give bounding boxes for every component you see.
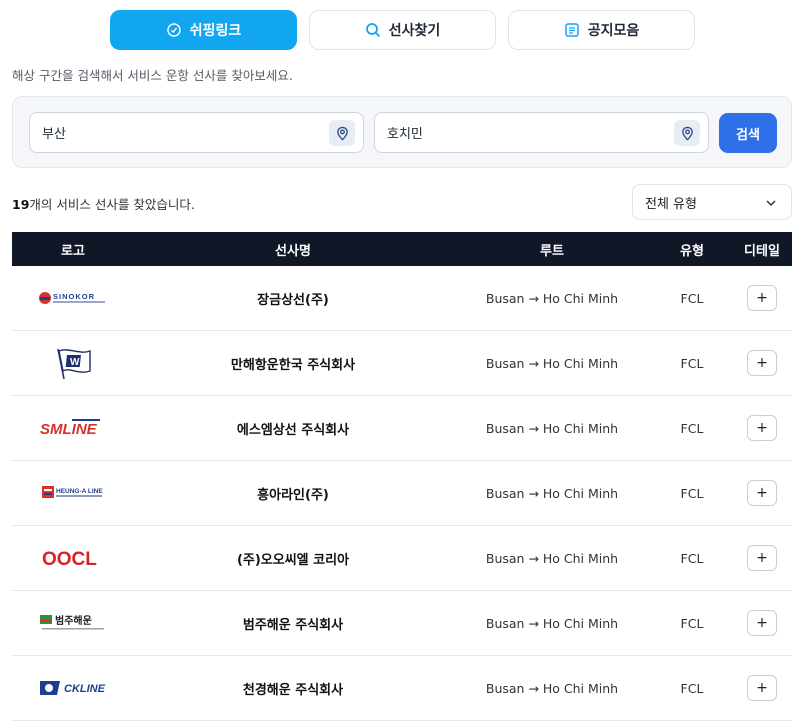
- header-type: 유형: [680, 243, 704, 259]
- header-name: 선사명: [275, 243, 311, 259]
- carrier-route: Busan → Ho Chi Minh: [485, 420, 619, 436]
- top-tabs: 쉬핑링크 선사찾기 공지모음: [110, 10, 695, 50]
- logo-lettering: 범주해운: [55, 614, 92, 627]
- detail-button[interactable]: +: [747, 545, 777, 571]
- logo-lettering: SMLINE: [40, 421, 98, 438]
- detail-button[interactable]: +: [747, 350, 777, 376]
- table-header: 로고 선사명 루트 유형 디테일: [12, 232, 792, 266]
- tab-label: 쉬핑링크: [189, 23, 242, 39]
- tab-shippinglink[interactable]: 쉬핑링크: [110, 10, 297, 50]
- carrier-table: 로고 선사명 루트 유형 디테일 SINOKOR 장금상선(주) Busan →…: [12, 232, 792, 721]
- table-row: OOCL (주)오오씨엘 코리아 Busan → Ho Chi Minh FCL…: [12, 526, 792, 591]
- detail-button[interactable]: +: [747, 480, 777, 506]
- pancon-logo: 범주해운: [33, 603, 113, 643]
- header-detail: 디테일: [744, 243, 780, 259]
- search-icon: [365, 23, 380, 38]
- tab-label: 공지모음: [587, 23, 640, 39]
- logo-lettering: W: [70, 357, 80, 368]
- table-row: W 만해항운한국 주식회사 Busan → Ho Chi Minh FCL +: [12, 331, 792, 396]
- oocl-logo: OOCL: [33, 538, 113, 578]
- detail-button[interactable]: +: [747, 415, 777, 441]
- carrier-type: FCL: [680, 420, 704, 436]
- header-logo: 로고: [61, 243, 85, 259]
- table-row: SINOKOR 장금상선(주) Busan → Ho Chi Minh FCL …: [12, 266, 792, 331]
- table-row: HEUNG-A LINE 흥아라인(주) Busan → Ho Chi Minh…: [12, 461, 792, 526]
- carrier-route: Busan → Ho Chi Minh: [485, 290, 619, 306]
- carrier-name: 범주해운 주식회사: [242, 617, 344, 633]
- carrier-route: Busan → Ho Chi Minh: [485, 550, 619, 566]
- result-count-text: 개의 서비스 선사를 찾았습니다.: [29, 197, 195, 212]
- detail-button[interactable]: +: [747, 675, 777, 701]
- origin-field: [29, 112, 364, 153]
- carrier-type: FCL: [680, 615, 704, 631]
- logo-lettering: CKLINE: [64, 683, 106, 695]
- carrier-name: 만해항운한국 주식회사: [230, 357, 356, 373]
- carrier-type: FCL: [680, 290, 704, 306]
- detail-button[interactable]: +: [747, 285, 777, 311]
- destination-field: [374, 112, 709, 153]
- origin-input[interactable]: [42, 113, 312, 152]
- location-pin-icon[interactable]: [674, 120, 700, 146]
- header-route: 루트: [540, 243, 564, 259]
- logo-lettering: SINOKOR: [53, 292, 95, 301]
- type-filter-value: 전체 유형: [645, 196, 697, 212]
- search-button[interactable]: 검색: [719, 113, 777, 153]
- carrier-name: (주)오오씨엘 코리아: [236, 552, 350, 568]
- type-filter-select[interactable]: 전체 유형: [632, 184, 792, 220]
- destination-input[interactable]: [387, 113, 657, 152]
- smline-logo: SMLINE: [33, 408, 113, 448]
- carrier-name: 에스엠상선 주식회사: [236, 422, 350, 438]
- result-count-number: 19: [12, 197, 30, 212]
- carrier-type: FCL: [680, 485, 704, 501]
- notice-icon: [564, 23, 579, 37]
- tab-label: 선사찾기: [388, 23, 441, 39]
- logo-lettering: OOCL: [42, 549, 97, 570]
- carrier-name: 흥아라인(주): [257, 487, 329, 503]
- wanhai-logo: W: [33, 343, 113, 383]
- carrier-name: 천경해운 주식회사: [242, 682, 344, 698]
- tab-notices[interactable]: 공지모음: [508, 10, 695, 50]
- carrier-type: FCL: [680, 680, 704, 696]
- table-row: CKLINE 천경해운 주식회사 Busan → Ho Chi Minh FCL…: [12, 656, 792, 721]
- detail-button[interactable]: +: [747, 610, 777, 636]
- ckline-logo: CKLINE: [33, 668, 113, 708]
- carrier-type: FCL: [680, 550, 704, 566]
- carrier-name: 장금상선(주): [257, 292, 329, 308]
- chevron-down-icon: [766, 200, 776, 207]
- location-pin-icon[interactable]: [329, 120, 355, 146]
- table-row: SMLINE 에스엠상선 주식회사 Busan → Ho Chi Minh FC…: [12, 396, 792, 461]
- heungaline-logo: HEUNG-A LINE: [33, 473, 113, 513]
- result-count: 19개의 서비스 선사를 찾았습니다.: [12, 194, 195, 213]
- carrier-route: Busan → Ho Chi Minh: [485, 680, 619, 696]
- logo-lettering: HEUNG-A LINE: [56, 488, 103, 495]
- carrier-route: Busan → Ho Chi Minh: [485, 485, 619, 501]
- page-description: 해상 구간을 검색해서 서비스 운항 선사를 찾아보세요.: [12, 68, 293, 83]
- tab-find-carrier[interactable]: 선사찾기: [309, 10, 496, 50]
- table-row: 범주해운 범주해운 주식회사 Busan → Ho Chi Minh FCL +: [12, 591, 792, 656]
- search-panel: 검색: [12, 96, 792, 168]
- sinokor-logo: SINOKOR: [33, 278, 113, 318]
- carrier-route: Busan → Ho Chi Minh: [485, 355, 619, 371]
- compass-icon: [167, 23, 181, 37]
- carrier-route: Busan → Ho Chi Minh: [485, 615, 619, 631]
- carrier-type: FCL: [680, 355, 704, 371]
